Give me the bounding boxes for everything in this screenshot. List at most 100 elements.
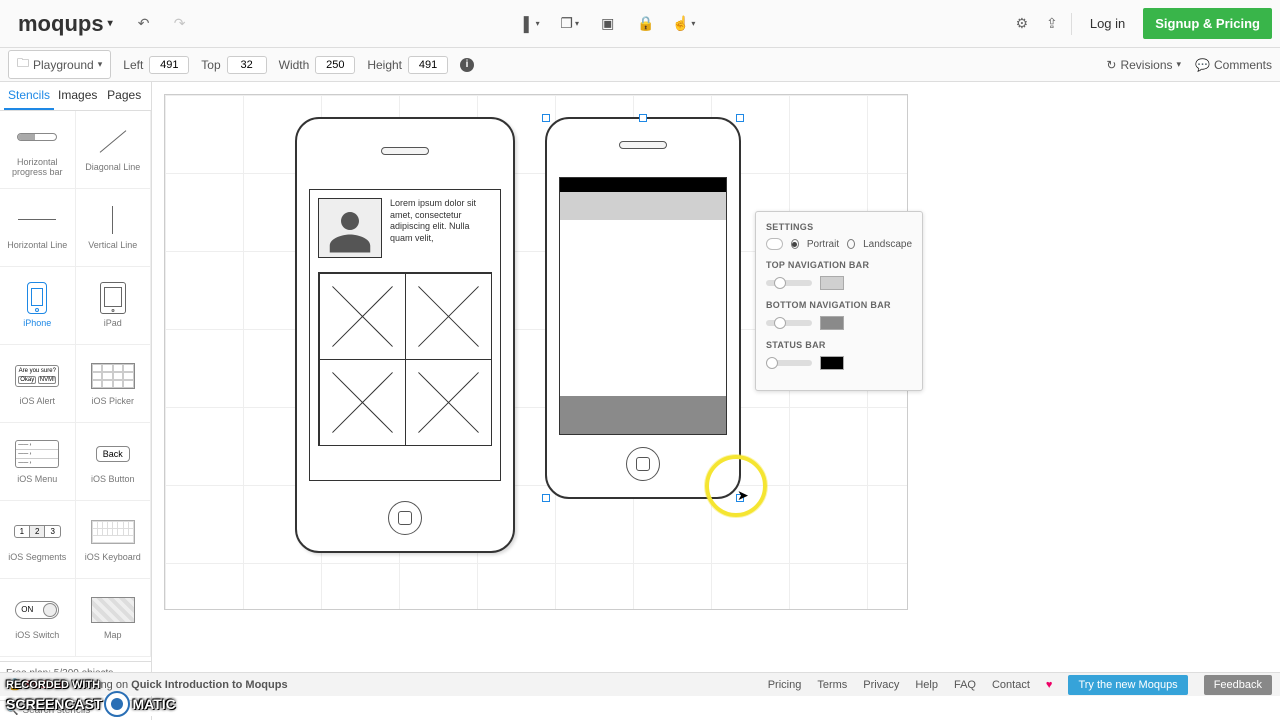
stencil-iphone[interactable]: iPhone	[0, 267, 76, 345]
resize-handle[interactable]	[542, 114, 550, 122]
try-new-button[interactable]: Try the new Moqups	[1068, 675, 1187, 695]
footer-link[interactable]: Privacy	[863, 679, 899, 691]
topnav-title: TOP NAVIGATION BAR	[766, 260, 912, 270]
comments-label: Comments	[1214, 58, 1272, 72]
image-placeholder	[405, 359, 492, 446]
statusbar-title: STATUS BAR	[766, 340, 912, 350]
toggle[interactable]	[766, 238, 783, 250]
statusbar-color[interactable]	[820, 356, 844, 370]
image-placeholder	[319, 359, 406, 446]
stencil-diag-line[interactable]: Diagonal Line	[76, 111, 152, 189]
mock-phone-1[interactable]: Lorem ipsum dolor sit amet, consectetur …	[295, 117, 515, 553]
resize-handle[interactable]	[736, 494, 744, 502]
export-icon[interactable]: ⇪	[1041, 13, 1063, 35]
search-icon: 🔍	[6, 705, 18, 716]
info-icon[interactable]: i	[460, 58, 474, 72]
tab-stencils[interactable]: Stencils	[4, 82, 54, 110]
search-stencils-input[interactable]	[22, 705, 154, 716]
feedback-button[interactable]: Feedback	[1204, 675, 1272, 695]
login-button[interactable]: Log in	[1080, 8, 1135, 39]
page-dropdown-label: Playground	[33, 58, 94, 72]
stencil-h-line[interactable]: Horizontal Line	[0, 189, 76, 267]
footer-link[interactable]: FAQ	[954, 679, 976, 691]
stencil-ios-picker[interactable]: iOS Picker	[76, 345, 152, 423]
lorem-text: Lorem ipsum dolor sit amet, consectetur …	[390, 198, 492, 258]
footer-link[interactable]: Help	[915, 679, 938, 691]
image-placeholder	[405, 273, 492, 360]
canvas[interactable]: Lorem ipsum dolor sit amet, consectetur …	[164, 94, 908, 610]
group-button[interactable]: ▣	[596, 12, 620, 36]
stencil-map[interactable]: Map	[76, 579, 152, 657]
height-label: Height	[367, 58, 402, 72]
image-grid	[318, 272, 492, 446]
bottomnav-slider[interactable]	[766, 320, 812, 326]
app-logo[interactable]: moqups ▾	[8, 11, 123, 37]
home-button-icon	[388, 501, 422, 535]
lock-icon[interactable]: 🔒	[634, 12, 658, 36]
phone-speaker	[619, 141, 667, 149]
radio-landscape[interactable]	[847, 239, 855, 249]
working-on-text: Working on Quick Introduction to Moqups	[73, 679, 288, 691]
top-input[interactable]	[227, 56, 267, 74]
project-name: Quick Introduction to Moqups	[131, 679, 287, 691]
height-input[interactable]	[408, 56, 448, 74]
chevron-down-icon: ▾	[98, 59, 103, 70]
arrange-button[interactable]: ❐▾	[558, 12, 582, 36]
stencil-ios-keyboard[interactable]: iOS Keyboard	[76, 501, 152, 579]
stencil-ios-segments[interactable]: 123iOS Segments	[0, 501, 76, 579]
footer-link[interactable]: Terms	[817, 679, 847, 691]
bottomnav-color[interactable]	[820, 316, 844, 330]
resize-handle[interactable]	[542, 494, 550, 502]
history-icon: ↻	[1106, 58, 1116, 72]
revisions-button[interactable]: ↻Revisions▾	[1106, 58, 1181, 72]
comment-icon: 💬	[1195, 58, 1210, 72]
stencil-ios-alert[interactable]: Are you sure?OkayNVM!iOS Alert	[0, 345, 76, 423]
unlock-icon: 🔓	[8, 678, 22, 691]
width-input[interactable]	[315, 56, 355, 74]
stencil-ios-menu[interactable]: —— ›—— ›—— ›iOS Menu	[0, 423, 76, 501]
stencil-h-progress[interactable]: Horizontal progress bar	[0, 111, 76, 189]
tab-pages[interactable]: Pages	[101, 82, 147, 110]
footer-link[interactable]: Contact	[992, 679, 1030, 691]
gear-icon[interactable]: ⚙	[1011, 13, 1033, 35]
app-logo-text: moqups	[18, 11, 104, 37]
undo-icon[interactable]: ↶	[133, 13, 155, 35]
phone-speaker	[381, 147, 429, 155]
stencil-ipad[interactable]: iPad	[76, 267, 152, 345]
sitemap-icon: 🗀	[17, 54, 29, 75]
signup-button[interactable]: Signup & Pricing	[1143, 8, 1272, 39]
stencil-ios-switch[interactable]: ONiOS Switch	[0, 579, 76, 657]
redo-icon[interactable]: ↷	[169, 13, 191, 35]
radio-portrait[interactable]	[791, 239, 799, 249]
topnav-color[interactable]	[820, 276, 844, 290]
tab-images[interactable]: Images	[54, 82, 101, 110]
top-label: Top	[201, 58, 220, 72]
align-button[interactable]: ▌▾	[520, 12, 544, 36]
chevron-down-icon: ▾	[108, 18, 113, 29]
resize-handle[interactable]	[736, 114, 744, 122]
bottomnav-title: BOTTOM NAVIGATION BAR	[766, 300, 912, 310]
divider	[1071, 13, 1072, 35]
left-input[interactable]	[149, 56, 189, 74]
stencil-ios-button[interactable]: BackiOS Button	[76, 423, 152, 501]
settings-title: SETTINGS	[766, 222, 912, 232]
bottomnav-region	[560, 396, 726, 434]
screen-body	[560, 220, 726, 396]
home-button-icon	[626, 447, 660, 481]
left-label: Left	[123, 58, 143, 72]
comments-button[interactable]: 💬 Comments	[1195, 58, 1272, 72]
topnav-slider[interactable]	[766, 280, 812, 286]
topnav-region	[560, 192, 726, 220]
footer-link[interactable]: Pricing	[768, 679, 802, 691]
statusbar-slider[interactable]	[766, 360, 812, 366]
mock-phone-2-selected[interactable]	[545, 117, 741, 499]
public-badge: 🔓PUBLIC	[8, 678, 67, 691]
revisions-label: Revisions	[1120, 58, 1172, 72]
stencil-v-line[interactable]: Vertical Line	[76, 189, 152, 267]
page-dropdown[interactable]: 🗀 Playground ▾	[8, 50, 111, 79]
landscape-label: Landscape	[863, 239, 912, 250]
interact-button[interactable]: ☝▾	[672, 12, 696, 36]
portrait-label: Portrait	[807, 239, 839, 250]
resize-handle[interactable]	[639, 114, 647, 122]
settings-panel: SETTINGS Portrait Landscape TOP NAVIGATI…	[755, 211, 923, 391]
